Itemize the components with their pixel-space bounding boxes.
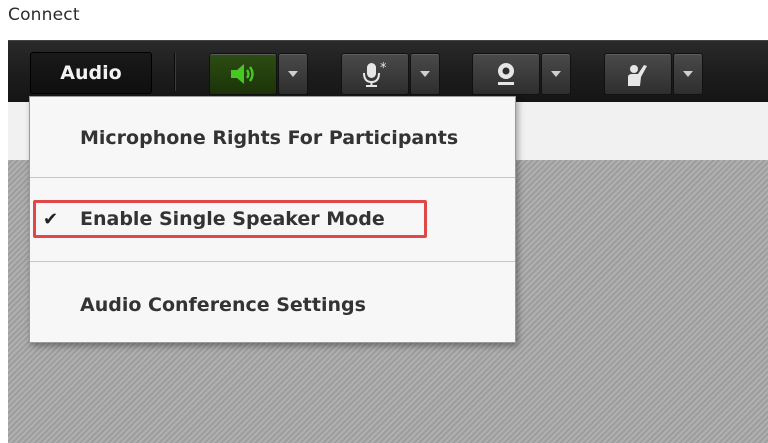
menu-separator (30, 261, 515, 262)
microphone-button[interactable]: * (341, 53, 409, 95)
menu-item-microphone-rights[interactable]: Microphone Rights For Participants (30, 118, 515, 158)
toolbar-divider (174, 53, 175, 91)
speaker-toggle-button[interactable] (209, 53, 277, 95)
webcam-icon (492, 61, 520, 87)
raise-hand-dropdown-button[interactable] (673, 53, 703, 95)
audio-dropdown-menu: Microphone Rights For Participants ✔ Ena… (29, 96, 516, 343)
menu-item-audio-conference-settings[interactable]: Audio Conference Settings (30, 285, 515, 325)
menu-item-label: Microphone Rights For Participants (80, 127, 459, 149)
chevron-down-icon (682, 70, 694, 78)
microphone-dropdown-button[interactable] (410, 53, 440, 95)
menu-separator (30, 177, 515, 178)
chevron-down-icon (550, 70, 562, 78)
webcam-dropdown-button[interactable] (541, 53, 571, 95)
raise-hand-icon (624, 60, 652, 88)
speaker-volume-icon (228, 62, 258, 86)
highlight-annotation-box (33, 200, 427, 238)
svg-text:*: * (380, 61, 387, 76)
app-title: Connect (8, 5, 80, 25)
raise-hand-button[interactable] (604, 53, 672, 95)
chevron-down-icon (287, 70, 299, 78)
chevron-down-icon (419, 70, 431, 78)
speaker-dropdown-button[interactable] (278, 53, 308, 95)
toolbar: Audio * (8, 40, 768, 103)
menu-item-label: Audio Conference Settings (80, 294, 366, 316)
audio-menu-button[interactable]: Audio (30, 52, 152, 94)
webcam-button[interactable] (472, 53, 540, 95)
microphone-icon: * (358, 60, 392, 88)
